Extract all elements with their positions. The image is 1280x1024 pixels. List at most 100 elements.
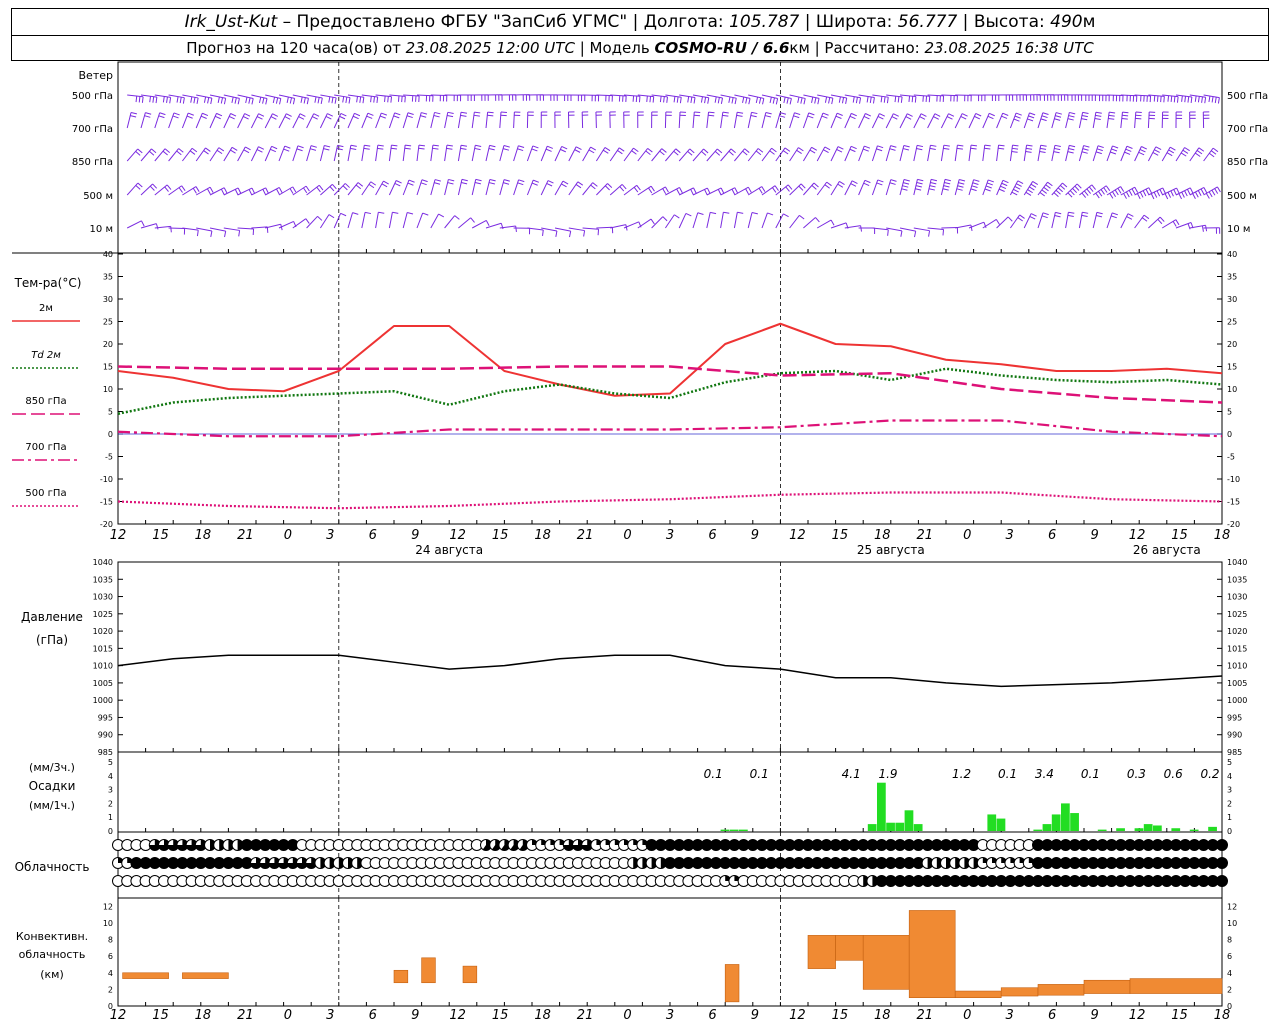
convective-cloud-bar: [1000, 987, 1039, 997]
wind-barb-feather: [636, 185, 641, 191]
wind-barb: [278, 94, 295, 99]
wind-barb-feather: [370, 96, 372, 103]
precip-bar: [1171, 828, 1181, 831]
hour-axis-label-bottom: 15: [832, 1008, 849, 1023]
wind-barb-feather: [432, 147, 439, 150]
wind-barb-feather: [787, 184, 793, 190]
precip-bar: [1189, 829, 1199, 831]
wind-barb: [485, 145, 491, 162]
wind-barb: [388, 145, 392, 162]
wind-barb-feather: [919, 116, 926, 120]
wind-barb: [941, 94, 958, 97]
wind-barb-feather: [325, 116, 332, 120]
wind-barb-feather: [350, 144, 357, 147]
hour-axis-label: 15: [832, 528, 849, 543]
wind-barb-feather: [355, 184, 362, 190]
hour-axis-label-bottom: 18: [195, 1008, 212, 1023]
wind-barb-feather: [218, 147, 225, 152]
wind-barb: [803, 217, 816, 229]
wind-barb-feather: [673, 96, 676, 103]
wind-barb-feather: [262, 97, 265, 104]
wind-barb: [582, 227, 599, 230]
wind-barb-feather: [515, 225, 517, 232]
wind-barb-feather: [929, 147, 936, 150]
wind-barb-feather: [155, 97, 158, 104]
wind-barb-feather: [907, 113, 913, 117]
wind-barb-feather: [1195, 191, 1199, 198]
wind-barb-feather: [708, 111, 715, 114]
wind-barb-feather: [1042, 112, 1049, 115]
wind-barb-feather: [286, 96, 289, 103]
precip-ytick-label: 3: [108, 786, 113, 795]
hour-axis-label: 15: [1171, 528, 1188, 543]
precip-total-label: 0.3: [1127, 767, 1146, 781]
wind-barb-feather: [1055, 115, 1062, 118]
wind-barb: [333, 113, 342, 129]
hour-axis-label-bottom: 18: [1214, 1008, 1231, 1023]
precip-total-label: 3.4: [1035, 767, 1054, 781]
wind-barb: [678, 148, 691, 162]
wind-barb-feather: [1029, 186, 1035, 191]
wind-barb-feather: [1160, 96, 1162, 103]
wind-barb: [568, 181, 579, 196]
wind-barb-feather: [303, 187, 308, 194]
wind-barb-feather: [144, 115, 151, 118]
wind-barb-feather: [619, 186, 625, 192]
wind-barb-feather: [474, 147, 481, 151]
wind-barb-feather: [1040, 144, 1047, 147]
wind-barb-feather: [448, 178, 455, 182]
wind-barb-feather: [679, 97, 682, 104]
wind-barb: [664, 214, 675, 229]
convective-cloud-bar: [724, 964, 740, 1003]
wind-barb-feather: [1081, 192, 1087, 198]
wind-barb-feather: [422, 212, 429, 216]
wind-barb-feather: [234, 97, 237, 104]
wind-barb: [182, 94, 199, 99]
wind-barb: [996, 113, 1004, 129]
wind-barb-feather: [1192, 193, 1196, 200]
precip-bar: [729, 829, 739, 831]
wind-barb-feather: [811, 185, 817, 190]
wind-barb-feather: [352, 212, 359, 215]
wind-barb: [430, 112, 435, 129]
wind-barb-feather: [1028, 115, 1035, 119]
wind-barb: [692, 112, 695, 129]
wind-barb: [209, 227, 226, 232]
pressure-panel: Давление (гПа) 1040 1040 1035 1035 1030 1030 1…: [21, 558, 1247, 757]
wind-barb: [1078, 212, 1083, 229]
wind-barb: [375, 212, 379, 229]
wind-barb-feather: [1039, 192, 1046, 197]
wind-barb-feather: [720, 97, 724, 104]
wind-barb-feather: [216, 149, 223, 155]
wind-barb-feather: [214, 115, 221, 120]
wind-barb-feather: [289, 188, 294, 194]
conv-ytick-label-right: 12: [1227, 902, 1237, 911]
precip-ytick-label: 1: [108, 813, 113, 822]
wind-barb-feather: [390, 96, 393, 103]
wind-barb-feather: [943, 144, 950, 147]
wind-panel: Ветер 500 гПа 500 гПа 700 гПа 700 гПа 850 гП…: [72, 69, 1268, 238]
wind-barb: [927, 179, 932, 196]
wind-barb: [1023, 145, 1028, 162]
wind-barb-feather: [730, 148, 736, 154]
wind-barb: [457, 145, 462, 162]
wind-barb-feather: [164, 186, 169, 192]
wind-barb: [678, 213, 687, 229]
wind-barb-feather: [673, 150, 679, 156]
wind-barb-feather: [1097, 145, 1104, 149]
temp-title: Тем-ра(°C): [14, 276, 82, 290]
wind-barb: [554, 227, 571, 232]
wind-barb-feather: [383, 180, 389, 185]
wind-barb-feather: [956, 147, 963, 150]
wind-barb-feather: [1002, 112, 1009, 116]
wind-barb-feather: [488, 148, 495, 151]
wind-barb-feather: [1026, 147, 1033, 150]
wind-barb-feather: [1197, 96, 1200, 103]
wind-barb-feather: [460, 111, 468, 114]
hour-axis-label-bottom: 3: [666, 1008, 674, 1023]
wind-barb-feather: [317, 97, 320, 104]
wind-barb-feather: [1173, 189, 1177, 196]
wind-barb-feather: [652, 96, 655, 103]
precip-ytick-label: 4: [108, 772, 113, 781]
wind-barb-feather: [862, 148, 869, 152]
